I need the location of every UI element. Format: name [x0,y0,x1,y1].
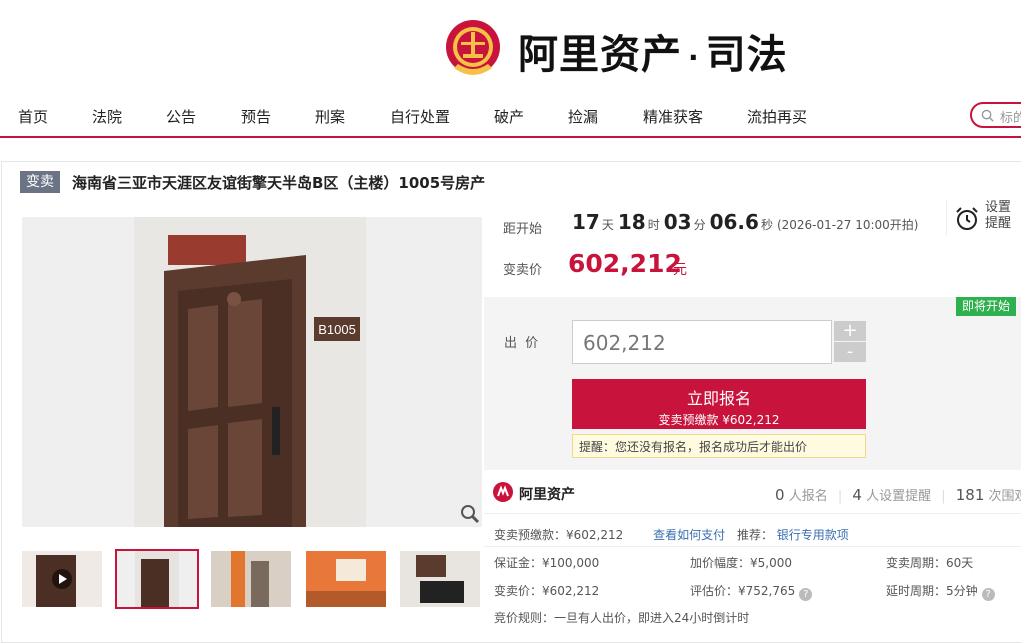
apply-deposit: 变卖预缴款 ¥602,212 [658,413,780,427]
deposit-amount: 变卖预缴款：¥602,212 [494,528,624,542]
nav-item-bargain[interactable]: 捡漏 [568,106,598,127]
countdown: 17 天 18 时 03 分 06.6 秒 (2026-01-27 10:00开拍) [572,210,918,234]
thumbnail-plate[interactable] [400,551,480,607]
countdown-hours: 18 [617,210,646,234]
main-photo[interactable]: B1005 [22,217,482,527]
nav-item-rebuy[interactable]: 流拍再买 [747,106,807,127]
decrease-bid-button[interactable]: - [834,342,866,362]
cycle-info: 变卖周期：60天 [886,556,974,570]
brand-suffix: 司法 [705,32,788,78]
nav-item-bankruptcy[interactable]: 破产 [494,106,524,127]
countdown-days: 17 [572,210,600,234]
status-badge: 即将开始 [956,297,1016,316]
view-count: 181 [955,486,985,504]
thumbnail-door[interactable] [115,549,199,609]
sale-type-tag: 变卖 [20,171,60,193]
help-icon[interactable]: ? [981,588,995,601]
remind-label-line2: 提醒 [985,216,1012,231]
delay-value: 延时周期：5分钟 [886,584,978,598]
search-input[interactable]: 标的 [970,102,1021,128]
bidding-rule: 竞价规则：一旦有人出价，即进入24小时倒计时 [494,611,750,625]
increment-info: 加价幅度：¥5,000 [690,556,792,570]
reminder-count: 4 [852,486,862,504]
start-time: (2026-01-27 10:00开拍) [776,218,919,232]
recommend-label: 推荐： [736,528,773,542]
lot-title: 海南省三亚市天涯区友谊街擎天半岛B区（主楼）1005号房产 [72,174,486,192]
signup-count-label: 人报名 [788,489,828,504]
minutes-unit: 分 [693,218,706,232]
ali-asset-logo: 阿里资产 [519,487,575,503]
set-reminder-button[interactable]: 设置 提醒 [946,200,1016,236]
price-value: 602,212 [568,249,682,278]
nav-item-home[interactable]: 首页 [18,106,48,127]
bank-loan-link[interactable]: 银行专用款项 [777,528,849,542]
search-icon [981,109,994,122]
ali-asset-logo-icon [493,482,513,502]
main-nav: 首页 法院 公告 预告 刑案 自行处置 破产 捡漏 精准获客 流拍再买 标的 [0,96,1021,138]
divider [484,546,1021,547]
thumbnail-hallway[interactable] [211,551,291,607]
bid-input[interactable]: 602,212 [572,320,832,364]
reminder-count-label: 人设置提醒 [866,489,932,504]
price-label: 变卖价 [503,263,543,278]
countdown-seconds: 06.6 [709,210,759,234]
remind-label: 设置 提醒 [985,200,1011,232]
nav-item-precise[interactable]: 精准获客 [643,106,703,127]
thumbnail-room[interactable] [306,551,386,607]
signup-count: 0 [775,486,785,504]
sale-price-info: 变卖价：¥602,212 [494,584,600,598]
nav-item-self-disposal[interactable]: 自行处置 [390,106,450,127]
price-unit: 元 [673,262,687,278]
increase-bid-button[interactable]: + [834,321,866,341]
appraisal-value: 评估价：¥752,765 [690,584,796,598]
view-count-label: 次围观 [988,489,1021,504]
zoom-icon[interactable] [459,503,481,525]
deposit-info: 变卖预缴款：¥602,212 查看如何支付 推荐： 银行专用款项 [494,526,849,543]
days-unit: 天 [601,218,614,232]
alarm-clock-icon [956,207,978,230]
help-icon[interactable]: ? [799,588,813,601]
site-logo[interactable]: 阿里资产 · 司法 [518,22,788,80]
door-sign-text: B1005 [318,322,356,337]
nav-item-notice[interactable]: 公告 [166,106,196,127]
countdown-label: 距开始 [503,222,543,237]
hours-unit: 时 [647,218,660,232]
nav-item-criminal[interactable]: 刑案 [315,106,345,127]
appraisal-info: 评估价：¥752,765? [690,582,813,601]
countdown-minutes: 03 [663,210,692,234]
bid-label: 出 价 [504,336,541,351]
seconds-unit: 秒 [760,218,773,232]
remind-label-line1: 设置 [985,200,1012,215]
court-emblem-icon [444,18,502,80]
margin-info: 保证金：¥100,000 [494,556,600,570]
how-to-pay-link[interactable]: 查看如何支付 [653,528,725,542]
signup-hint: 提醒：您还没有报名，报名成功后才能出价 [572,434,866,458]
nav-item-preview[interactable]: 预告 [241,106,271,127]
nav-item-court[interactable]: 法院 [92,106,122,127]
search-placeholder: 标的 [1000,111,1021,126]
brand-dot: · [688,40,700,74]
delay-info: 延时周期：5分钟? [886,582,995,601]
apply-label: 立即报名 [686,389,751,408]
lot-stats: 0 人报名 | 4 人设置提醒 | 181 次围观 [775,485,1021,504]
apply-now-button[interactable]: 立即报名 变卖预缴款 ¥602,212 [572,379,866,429]
thumbnail-video[interactable] [22,551,102,607]
brand-name: 阿里资产 [518,32,682,78]
